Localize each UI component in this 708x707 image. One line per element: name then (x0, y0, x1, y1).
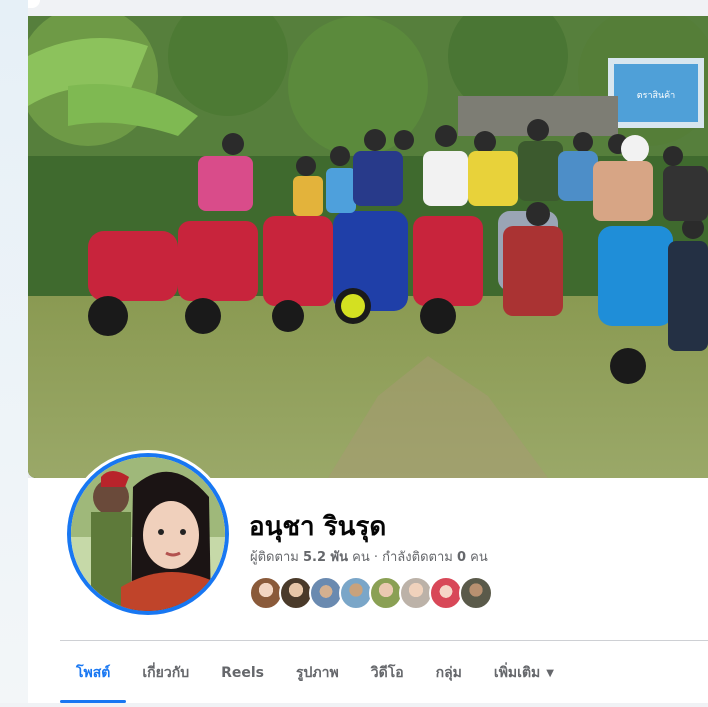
tab-label: เกี่ยวกับ (142, 665, 190, 681)
following-unit: คน (470, 550, 488, 565)
tab-groups[interactable]: กลุ่ม (420, 644, 478, 702)
friend-avatar[interactable] (369, 576, 403, 610)
friend-avatar[interactable] (279, 576, 313, 610)
cover-photo-image: ตราสินค้า (28, 16, 708, 478)
tab-posts[interactable]: โพสต์ (60, 644, 127, 703)
caret-down-icon: ▼ (546, 667, 554, 679)
cover-photo[interactable]: ตราสินค้า (28, 16, 708, 478)
tab-photos[interactable]: รูปภาพ (280, 644, 355, 702)
friend-avatar[interactable] (399, 576, 433, 610)
bottom-edge (0, 703, 708, 707)
avatar-photo (71, 457, 225, 611)
tabs-divider (60, 640, 708, 641)
tab-more[interactable]: เพิ่มเติม ▼ (478, 644, 570, 702)
left-strip (0, 0, 28, 707)
tab-label: Reels (221, 665, 264, 681)
followers-label[interactable]: ผู้ติดตาม (250, 550, 299, 565)
tab-label: รูปภาพ (296, 665, 339, 681)
following-label[interactable]: กำลังติดตาม (382, 550, 453, 565)
profile-tabs: โพสต์ เกี่ยวกับ Reels รูปภาพ วิดีโอ กลุ่… (60, 643, 570, 703)
tab-reels[interactable]: Reels (205, 644, 280, 702)
followers-unit: คน (352, 550, 370, 565)
profile-avatar[interactable] (67, 453, 229, 615)
tab-label: เพิ่มเติม (493, 665, 541, 681)
tab-videos[interactable]: วิดีโอ (355, 644, 420, 702)
friend-avatar[interactable] (459, 576, 493, 610)
cover-banner-text: ตราสินค้า (637, 90, 675, 101)
tab-about[interactable]: เกี่ยวกับ (126, 644, 205, 702)
tab-label: กลุ่ม (435, 665, 462, 681)
tab-label: วิดีโอ (370, 665, 404, 681)
friends-avatar-stack[interactable] (249, 576, 493, 610)
tab-label: โพสต์ (76, 665, 111, 681)
profile-name: อนุชา รินรุด (249, 512, 387, 542)
avatar-image (71, 457, 225, 611)
top-bar (0, 0, 708, 16)
friend-avatar[interactable] (429, 576, 463, 610)
profile-stats: ผู้ติดตาม 5.2 พัน คน · กำลังติดตาม 0 คน (250, 546, 488, 567)
friend-avatar[interactable] (309, 576, 343, 610)
stats-separator: · (373, 550, 378, 565)
friend-avatar[interactable] (249, 576, 283, 610)
friend-avatar[interactable] (339, 576, 373, 610)
following-count[interactable]: 0 (457, 550, 466, 565)
followers-count[interactable]: 5.2 พัน (303, 550, 348, 565)
